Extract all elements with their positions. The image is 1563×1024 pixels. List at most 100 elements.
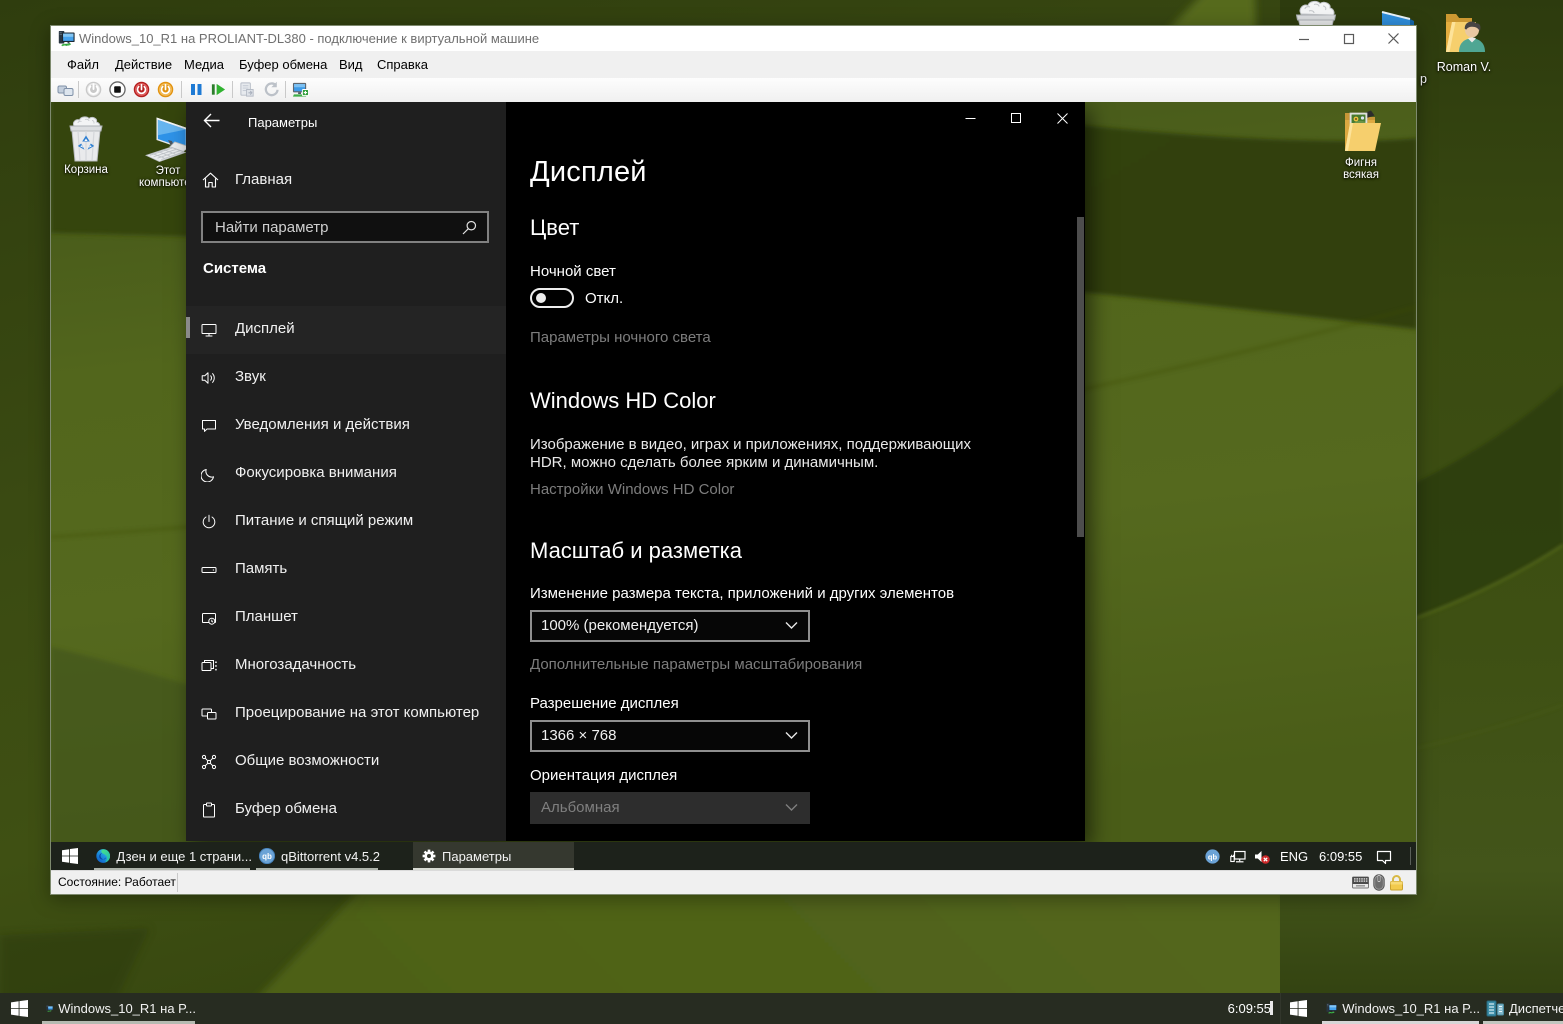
storage-icon [201,562,217,578]
tray-volume-muted-icon[interactable] [1254,849,1270,865]
menu-file[interactable]: Файл [67,57,99,72]
host2-start-button[interactable] [1283,993,1314,1024]
toolbar-separator [78,81,79,98]
color-heading: Цвет [530,215,579,241]
ctrl-alt-del-icon[interactable] [57,81,74,98]
sidebar-item-tablet[interactable]: Планшет [186,594,506,642]
scale-dropdown[interactable]: 100% (рекомендуется) [530,610,810,642]
sidebar-item-label: Память [235,560,287,577]
reset-vm-icon[interactable] [210,81,227,98]
save-vm-icon[interactable] [157,81,174,98]
vmconnect-menubar: Файл Действие Медиа Буфер обмена Вид Спр… [51,51,1416,78]
settings-close-button[interactable] [1039,102,1085,134]
vm-recycle-bin-icon [67,115,105,162]
sidebar-item-storage[interactable]: Память [186,546,506,594]
resolution-dropdown[interactable]: 1366 × 768 [530,720,810,752]
menu-help[interactable]: Справка [377,57,428,72]
scale-link[interactable]: Дополнительные параметры масштабирования [530,656,862,673]
vm-screen: Корзина Этоткомпьютер [51,102,1416,870]
vmconnect-maximize-button[interactable] [1326,26,1371,51]
minimize-icon [1298,33,1310,45]
keyboard-status-icon [1352,876,1369,889]
sidebar-item-notifications[interactable]: Уведомления и действия [186,402,506,450]
screen: Roman V. p Windows_10_R1 на PROLIANT-DL3… [0,0,1563,1024]
edge-icon [96,847,110,865]
action-center-icon[interactable] [1376,849,1392,865]
vm-folder[interactable]: Фигнявсякая [1330,107,1392,181]
sidebar-home-label: Главная [235,171,292,188]
tray-clock[interactable]: 6:09:55 [1319,849,1362,864]
vm-recycle-bin-label: Корзина [64,164,108,176]
vm-taskbar: Дзен и еще 1 страни... qb qBittorrent v4… [51,842,1416,870]
vmconnect-minimize-button[interactable] [1281,26,1326,51]
toolbar-separator [285,81,286,98]
vm-taskbar-qbittorrent-button[interactable]: qb qBittorrent v4.5.2 [254,842,380,870]
sidebar-item-projecting[interactable]: Проецирование на этот компьютер [186,690,506,738]
resolution-value: 1366 × 768 [541,727,617,744]
host-tray-clock[interactable]: 6:09:55 [1185,1001,1271,1016]
qbittorrent-button-label: qBittorrent v4.5.2 [281,849,380,864]
tray-language[interactable]: ENG [1280,849,1308,864]
hdr-link[interactable]: Настройки Windows HD Color [530,481,734,498]
sidebar-item-multitasking[interactable]: Многозадачность [186,642,506,690]
settings-minimize-button[interactable] [947,102,993,134]
tray-qbittorrent-icon[interactable]: qb [1205,849,1220,864]
sidebar-item-power-sleep[interactable]: Питание и спящий режим [186,498,506,546]
vm-folder-icon [1341,107,1381,157]
night-light-toggle[interactable] [530,288,574,308]
host2-taskbar-manager-button[interactable]: Диспетчер [1481,993,1563,1024]
menu-clipboard[interactable]: Буфер обмена [239,57,327,72]
menu-media[interactable]: Медиа [184,57,224,72]
hdr-description: Изображение в видео, играх и приложениях… [530,436,971,472]
maximize-icon [1343,33,1355,45]
vmconnect-titlebar[interactable]: Windows_10_R1 на PROLIANT-DL380 - подклю… [51,26,1416,51]
host2-taskbar-vm-button[interactable]: Windows_10_R1 на P... [1320,993,1480,1024]
host-taskbar: Windows_10_R1 на P... 6:09:55 Windows_10… [0,993,1563,1024]
vm-recycle-bin[interactable]: Корзина [55,115,117,176]
checkpoint-icon[interactable] [239,81,256,98]
start-vm-icon[interactable] [85,81,102,98]
host-start-button[interactable] [0,993,38,1024]
sidebar-item-shared-experiences[interactable]: Общие возможности [186,738,506,786]
host-recycle-bin-icon[interactable] [1293,0,1339,26]
scale-label: Изменение размера текста, приложений и д… [530,585,954,602]
toggle-knob [536,293,546,303]
host-taskbar-vm-button[interactable]: Windows_10_R1 на P... [40,993,196,1024]
menu-action[interactable]: Действие [115,57,172,72]
show-desktop-divider[interactable] [1410,847,1411,865]
revert-icon[interactable] [263,81,280,98]
vm-taskbar-edge-button[interactable]: Дзен и еще 1 страни... [90,842,252,870]
hyperv-manager-icon [1486,1000,1504,1017]
vmconnect-close-button[interactable] [1371,26,1416,51]
sidebar-item-sound[interactable]: Звук [186,354,506,402]
vm-folder-label-line2: всякая [1343,169,1379,181]
back-icon[interactable] [203,113,220,128]
night-light-link[interactable]: Параметры ночного света [530,329,711,346]
night-light-label: Ночной свет [530,263,616,280]
vm-taskbar-settings-button[interactable]: Параметры [413,842,574,870]
sidebar-section-title: Система [203,260,266,277]
settings-maximize-button[interactable] [993,102,1039,134]
turn-off-vm-icon[interactable] [109,81,126,98]
shutdown-vm-icon[interactable] [133,81,150,98]
windows-start-icon [1290,1000,1307,1017]
sidebar-item-clipboard[interactable]: Буфер обмена [186,786,506,834]
host-computer-icon[interactable] [1378,5,1416,26]
sidebar-item-home[interactable]: Главная [186,168,506,206]
settings-search-box[interactable]: Найти параметр [201,211,489,243]
tray-network-icon[interactable] [1230,849,1247,865]
maximize-icon [1011,113,1021,123]
enhanced-session-icon[interactable] [292,81,309,98]
pause-vm-icon[interactable] [188,81,205,98]
search-icon[interactable] [462,220,477,235]
settings-scrollbar[interactable] [1077,217,1084,537]
menu-view[interactable]: Вид [339,57,363,72]
sidebar-item-display[interactable]: Дисплей [186,306,506,354]
host-roman-folder[interactable]: Roman V. [1432,8,1496,73]
chevron-down-icon [785,621,798,630]
vm-start-button[interactable] [51,842,89,870]
sidebar-item-focus-assist[interactable]: Фокусировка внимания [186,450,506,498]
clipboard-icon [201,802,217,818]
projecting-icon [201,706,217,722]
sidebar-item-label: Проецирование на этот компьютер [235,704,479,721]
